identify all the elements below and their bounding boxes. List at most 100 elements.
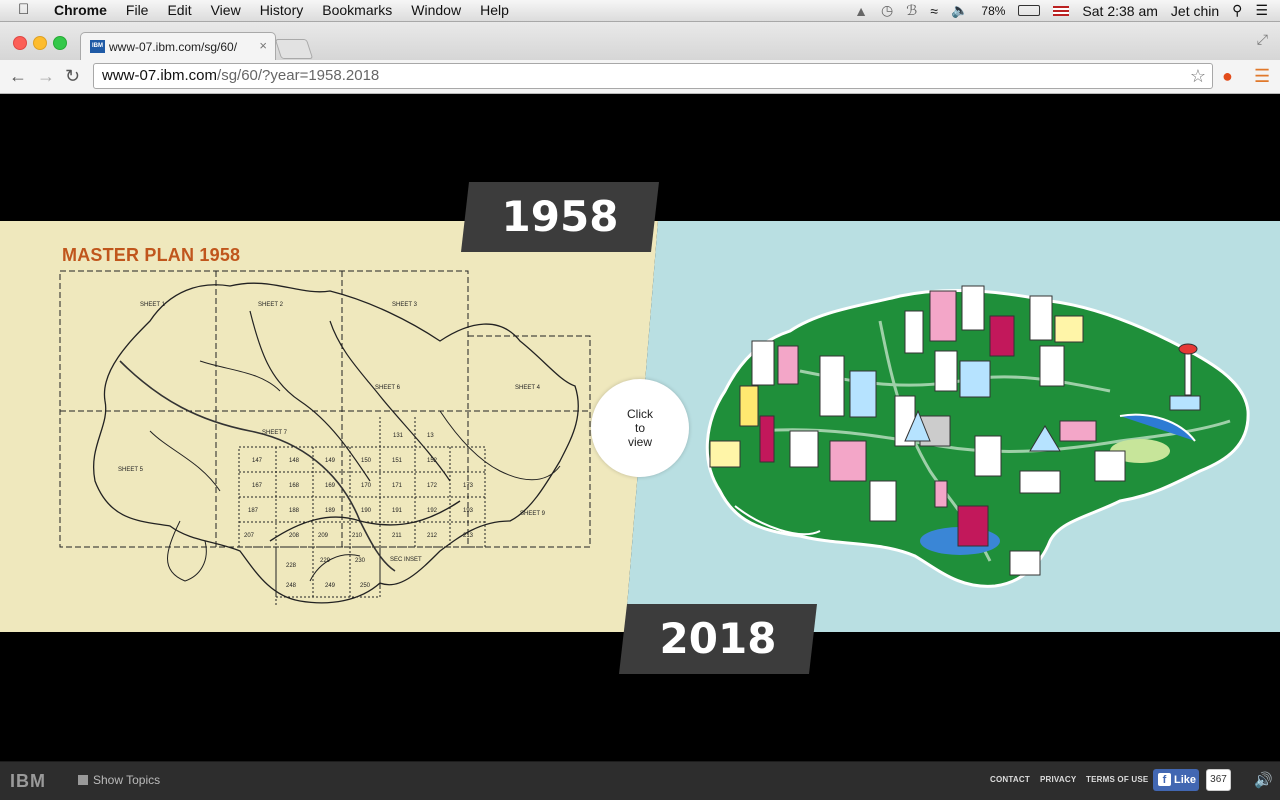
menu-help[interactable]: Help	[480, 2, 509, 18]
map-grid-number: 248	[286, 583, 297, 589]
map-grid-number: 150	[361, 458, 372, 464]
close-window-button[interactable]	[13, 36, 27, 50]
map-grid-number: 147	[252, 458, 263, 464]
map-label-inset: SEC INSET	[390, 557, 422, 563]
spotlight-icon[interactable]: ⚲	[1232, 2, 1242, 19]
map-grid-number: 213	[463, 533, 474, 539]
show-topics-button[interactable]: Show Topics	[78, 773, 160, 787]
map-grid-number: 13	[427, 433, 434, 439]
ibm-favicon-icon: IBM	[90, 40, 105, 53]
map-grid-number: 189	[325, 508, 336, 514]
facebook-icon: f	[1158, 773, 1171, 786]
map-grid-number: 167	[252, 483, 263, 489]
year-label-1958: 1958	[461, 182, 659, 252]
minimize-window-button[interactable]	[33, 36, 47, 50]
map-grid-number: 207	[244, 533, 255, 539]
click-to-view-button[interactable]: Click to view	[591, 379, 689, 477]
tab-strip: IBM www-07.ibm.com/sg/60/ × ⤢	[0, 22, 1280, 60]
map-grid-number: 190	[361, 508, 372, 514]
sound-icon[interactable]: 🔊	[1254, 771, 1273, 789]
tab-title: www-07.ibm.com/sg/60/	[109, 40, 238, 54]
browser-tab[interactable]: IBM www-07.ibm.com/sg/60/ ×	[80, 32, 276, 60]
battery-icon[interactable]	[1018, 5, 1041, 16]
map-grid-number: 188	[289, 508, 300, 514]
map-grid-number: 131	[393, 433, 404, 439]
forward-icon[interactable]: →	[37, 66, 55, 87]
year-label-2018: 2018	[619, 604, 817, 674]
menu-bar:  Chrome File Edit View History Bookmark…	[0, 0, 1280, 22]
notification-center-icon[interactable]: ☰	[1255, 2, 1268, 19]
new-tab-button[interactable]	[274, 39, 314, 59]
map-grid-number: 229	[320, 558, 331, 564]
map-grid-number: 149	[325, 458, 336, 464]
menu-history[interactable]: History	[260, 2, 304, 18]
bluetooth-icon[interactable]: ℬ	[906, 2, 917, 19]
map-label-sheet-2: SHEET 2	[258, 302, 284, 308]
map-grid-number: 169	[325, 483, 336, 489]
map-grid-number: 193	[463, 508, 474, 514]
map-grid-number: 212	[427, 533, 438, 539]
map-grid-number: 230	[355, 558, 366, 564]
map-grid-number: 168	[289, 483, 300, 489]
apple-icon[interactable]: 	[18, 1, 29, 18]
map-grid-number: 208	[289, 533, 300, 539]
back-icon[interactable]: ←	[9, 66, 27, 87]
map-grid-number: 173	[463, 483, 474, 489]
facebook-like-button[interactable]: f Like	[1153, 769, 1199, 791]
map-grid-number: 209	[318, 533, 329, 539]
map-label-sheet-3: SHEET 3	[392, 302, 418, 308]
master-plan-1958-map: SHEET 1 SHEET 2 SHEET 3 SHEET 4 SHEET 5 …	[59, 270, 591, 607]
map-grid-number: 210	[352, 533, 363, 539]
fullscreen-icon[interactable]: ⤢	[1257, 31, 1268, 48]
menu-file[interactable]: File	[126, 2, 149, 18]
flag-icon[interactable]	[1053, 5, 1070, 16]
footer-link-contact[interactable]: CONTACT	[990, 775, 1030, 784]
like-label: Like	[1174, 774, 1197, 786]
map-grid-number: 152	[427, 458, 438, 464]
like-count: 367	[1206, 769, 1231, 791]
map-grid-number: 250	[360, 583, 371, 589]
time-machine-icon[interactable]: ◷	[881, 2, 893, 19]
show-topics-label: Show Topics	[93, 773, 161, 787]
map-label-sheet-1: SHEET 1	[140, 302, 166, 308]
menu-app-name[interactable]: Chrome	[54, 2, 107, 18]
battery-percent[interactable]: 78%	[981, 4, 1005, 18]
map-grid-number: 170	[361, 483, 372, 489]
wifi-icon[interactable]: ≈	[930, 3, 938, 19]
menu-list: Chrome File Edit View History Bookmarks …	[54, 2, 528, 18]
click-to-view-line-1: Click	[627, 407, 653, 421]
map-label-sheet-6: SHEET 6	[375, 385, 401, 391]
map-grid-number: 228	[286, 563, 297, 569]
click-to-view-line-3: view	[627, 435, 652, 449]
menu-bookmarks[interactable]: Bookmarks	[322, 2, 392, 18]
map-label-sheet-5: SHEET 5	[118, 467, 144, 473]
extension-fire-icon[interactable]: ●	[1222, 66, 1233, 87]
menu-window[interactable]: Window	[411, 2, 461, 18]
chrome-menu-icon[interactable]: ☰	[1254, 66, 1270, 87]
user-name[interactable]: Jet chin	[1171, 3, 1219, 19]
map-grid-number: 151	[392, 458, 403, 464]
menu-edit[interactable]: Edit	[167, 2, 191, 18]
clock[interactable]: Sat 2:38 am	[1082, 3, 1158, 19]
map-label-sheet-9: SHEET 9	[520, 511, 546, 517]
topics-icon	[78, 775, 88, 785]
volume-icon[interactable]: 🔈	[951, 2, 968, 19]
address-bar[interactable]: www-07.ibm.com/sg/60/?year=1958.2018 ☆	[93, 63, 1213, 89]
zoom-window-button[interactable]	[53, 36, 67, 50]
bookmark-star-icon[interactable]: ☆	[1190, 64, 1206, 88]
map-grid-number: 187	[248, 508, 259, 514]
page-content: MASTER PLAN 1958 SHEET 1 SHEET 2 SHEET 3…	[0, 94, 1280, 761]
reload-icon[interactable]: ↻	[65, 66, 80, 87]
menu-view[interactable]: View	[211, 2, 241, 18]
ibm-logo[interactable]: IBM	[10, 771, 46, 792]
map-grid-number: 148	[289, 458, 300, 464]
map-grid-number: 249	[325, 583, 336, 589]
map-grid-number: 171	[392, 483, 403, 489]
footer-link-privacy[interactable]: PRIVACY	[1040, 775, 1076, 784]
drive-icon[interactable]: ▲	[854, 3, 868, 19]
close-tab-icon[interactable]: ×	[259, 38, 267, 53]
footer-link-terms[interactable]: TERMS OF USE	[1086, 775, 1148, 784]
url-path: /sg/60/?year=1958.2018	[217, 67, 380, 84]
site-footer: IBM Show Topics CONTACT PRIVACY TERMS OF…	[0, 761, 1280, 800]
click-to-view-line-2: to	[634, 421, 645, 435]
